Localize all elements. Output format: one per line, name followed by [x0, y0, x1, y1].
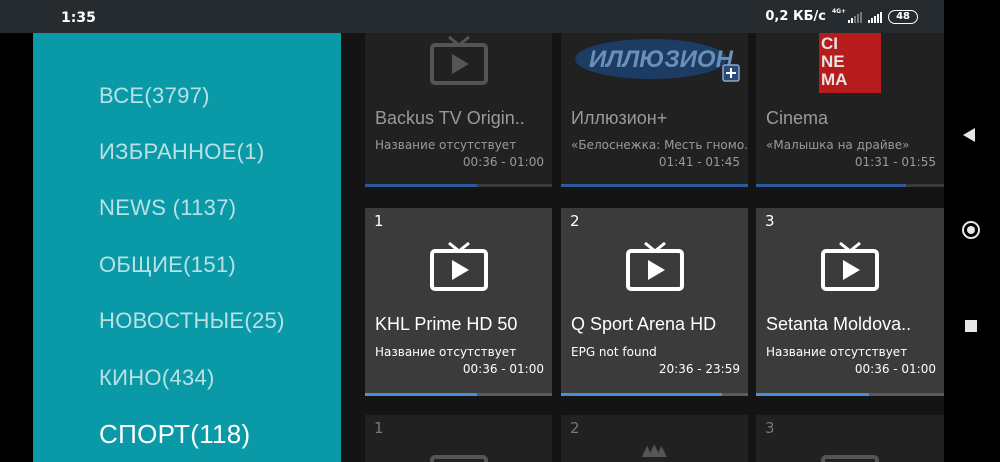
- cinema-logo-text-1: CI: [821, 34, 838, 53]
- channel-number: 3: [765, 212, 775, 230]
- channel-card[interactable]: Backus TV Origin.. Название отсутствует …: [365, 33, 552, 187]
- channel-name: Cinema: [766, 108, 829, 128]
- tv-icon: [821, 241, 879, 291]
- channel-number: 2: [570, 419, 580, 437]
- category-news[interactable]: NEWS (1137): [99, 195, 236, 221]
- progress-bar: [561, 184, 748, 187]
- progress-bar: [561, 393, 748, 396]
- channel-name: Backus TV Origin..: [375, 108, 525, 128]
- battery-icon: 48: [888, 9, 918, 24]
- channel-name: Q Sport Arena HD: [571, 314, 717, 334]
- channel-card-setanta[interactable]: 3 Setanta Moldova.. Название отсутствует…: [756, 208, 944, 396]
- category-newscast[interactable]: НОВОСТНЫЕ(25): [99, 308, 285, 334]
- program-title: Название отсутствует: [375, 138, 517, 152]
- tv-icon: [430, 455, 488, 462]
- program-title: EPG not found: [571, 345, 657, 359]
- channel-card[interactable]: 3: [756, 415, 944, 462]
- category-favorites[interactable]: ИЗБРАННОЕ(1): [99, 139, 264, 165]
- program-time: 01:31 - 01:55: [854, 155, 936, 169]
- tv-icon: [821, 455, 879, 462]
- category-movies[interactable]: КИНО(434): [99, 365, 215, 391]
- progress-bar: [756, 184, 944, 187]
- home-icon[interactable]: [962, 221, 980, 239]
- channel-logo-icon: [641, 444, 667, 457]
- category-sport[interactable]: СПОРТ(118): [99, 419, 251, 450]
- channel-number: 1: [374, 212, 384, 230]
- progress-bar: [756, 393, 944, 396]
- program-time: 00:36 - 01:00: [462, 155, 544, 169]
- channel-name: KHL Prime HD 50: [375, 314, 518, 334]
- channel-name: Setanta Moldova..: [766, 314, 912, 334]
- recents-icon[interactable]: [965, 320, 977, 332]
- channel-card[interactable]: CI NE MA Cinema «Малышка на драйве» 01:3…: [756, 33, 944, 187]
- network-speed: 0,2 КБ/с: [765, 9, 826, 24]
- channel-name: Иллюзион+: [571, 108, 668, 128]
- back-icon[interactable]: [963, 128, 975, 142]
- program-time: 20:36 - 23:59: [658, 362, 740, 376]
- category-general[interactable]: ОБЩИЕ(151): [99, 252, 236, 278]
- program-title: Название отсутствует: [375, 345, 517, 359]
- channel-card[interactable]: 1: [365, 415, 552, 462]
- network-type: 4G+: [831, 8, 847, 15]
- category-all[interactable]: ВСЕ(3797): [99, 83, 210, 109]
- cinema-logo-text-2: NE: [821, 52, 845, 71]
- program-title: «Малышка на драйве»: [766, 138, 910, 152]
- channel-card-q-sport[interactable]: 2 Q Sport Arena HD EPG not found 20:36 -…: [561, 208, 748, 396]
- program-time: 00:36 - 01:00: [854, 362, 936, 376]
- signal-icon: [848, 11, 863, 23]
- cinema-logo-text-3: MA: [821, 70, 848, 89]
- status-bar: 1:35 0,2 КБ/с 4G+ 48: [0, 0, 944, 33]
- illusion-logo-text: ИЛЛЮЗИОН: [589, 46, 734, 73]
- program-time: 00:36 - 01:00: [462, 362, 544, 376]
- channel-card[interactable]: ИЛЛЮЗИОН Иллюзион+ «Белоснежка: Месть гн…: [561, 33, 748, 187]
- channel-number: 1: [374, 419, 384, 437]
- channel-grid: Backus TV Origin.. Название отсутствует …: [341, 33, 944, 462]
- tv-icon: [430, 35, 488, 85]
- signal-icon-2: [868, 11, 883, 23]
- channel-card-khl-prime[interactable]: 1 KHL Prime HD 50 Название отсутствует 0…: [365, 208, 552, 396]
- illusion-plus-logo: ИЛЛЮЗИОН: [575, 39, 740, 82]
- channel-number: 2: [570, 212, 580, 230]
- status-icons: 0,2 КБ/с 4G+ 48: [765, 9, 918, 24]
- channel-card[interactable]: 2: [561, 415, 748, 462]
- category-sidebar: ВСЕ(3797) ИЗБРАННОЕ(1) NEWS (1137) ОБЩИЕ…: [33, 33, 341, 462]
- program-time: 01:41 - 01:45: [658, 155, 740, 169]
- program-title: Название отсутствует: [766, 345, 908, 359]
- program-title: «Белоснежка: Месть гномо..: [571, 138, 748, 152]
- tv-icon: [626, 241, 684, 291]
- progress-bar: [365, 393, 552, 396]
- cinema-logo: CI NE MA: [819, 33, 881, 93]
- navigation-bar: [944, 0, 1000, 462]
- status-time: 1:35: [61, 10, 96, 26]
- progress-bar: [365, 184, 552, 187]
- tv-icon: [430, 241, 488, 291]
- channel-number: 3: [765, 419, 775, 437]
